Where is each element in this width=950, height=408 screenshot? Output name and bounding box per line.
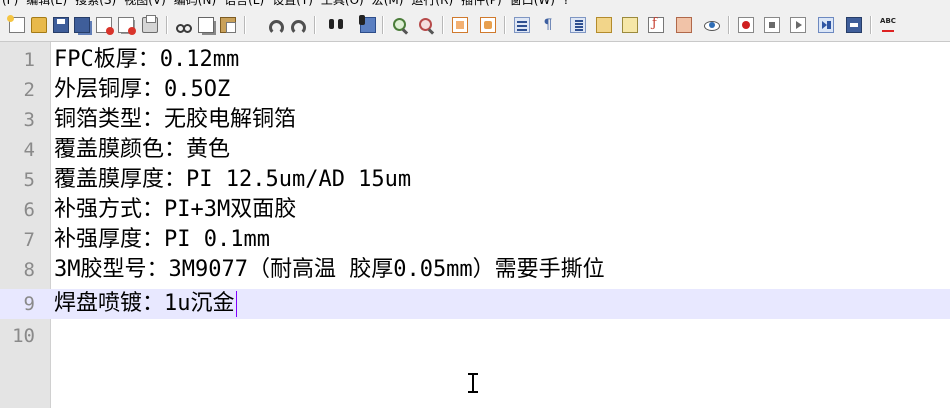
- line-text[interactable]: 焊盘喷镀：1u沉金: [54, 289, 235, 319]
- line-text[interactable]: 铜箔类型：无胶电解铜箔: [54, 105, 296, 135]
- monitoring-icon[interactable]: [704, 17, 720, 33]
- paste-icon[interactable]: [220, 17, 236, 33]
- toolbar-separator: [166, 16, 168, 34]
- line-number: 2: [23, 79, 35, 101]
- text-caret: [236, 291, 237, 317]
- menu-edit[interactable]: 编辑(E): [24, 0, 73, 8]
- close-all-icon[interactable]: [118, 17, 136, 35]
- zoom-out-icon[interactable]: [418, 17, 434, 33]
- find-icon[interactable]: [328, 17, 344, 33]
- line-number: 5: [23, 169, 35, 191]
- spell-check-icon[interactable]: ABC: [880, 17, 896, 33]
- indent-guide-icon[interactable]: [570, 17, 586, 33]
- zoom-in-icon[interactable]: [392, 17, 408, 33]
- menu-view[interactable]: 视图(V): [122, 0, 172, 8]
- menu-window[interactable]: 窗口(W): [508, 0, 561, 8]
- sync-horizontal-icon[interactable]: [480, 17, 496, 33]
- save-all-icon[interactable]: [74, 17, 90, 33]
- line-number: 4: [23, 139, 35, 161]
- toolbar-separator: [442, 16, 444, 34]
- menu-macro[interactable]: 宏(M): [370, 0, 410, 8]
- editor-line[interactable]: 7 补强厚度：PI 0.1mm: [0, 225, 950, 255]
- editor-line[interactable]: 4 覆盖膜颜色：黄色: [0, 135, 950, 165]
- editor-line[interactable]: 8 3M胶型号：3M9077（耐高温 胶厚0.05mm）需要手撕位: [0, 255, 950, 285]
- text-editor[interactable]: 1 FPC板厚：0.12mm 2 外层铜厚：0.5OZ 3 铜箔类型：无胶电解铜…: [0, 42, 950, 408]
- toolbar-separator: [314, 16, 316, 34]
- menu-encoding[interactable]: 编码(N): [172, 0, 222, 8]
- document-map-icon[interactable]: [596, 17, 612, 33]
- new-file-icon[interactable]: [7, 15, 25, 33]
- line-number: 8: [23, 259, 35, 281]
- menu-file[interactable]: (F): [0, 0, 24, 8]
- menu-settings[interactable]: 设置(T): [270, 0, 319, 8]
- word-wrap-icon[interactable]: [514, 17, 530, 33]
- folder-as-workspace-icon[interactable]: [676, 17, 692, 33]
- menu-plugins[interactable]: 插件(P): [459, 0, 508, 8]
- copy-icon[interactable]: [198, 17, 214, 33]
- line-text[interactable]: FPC板厚：0.12mm: [54, 45, 239, 75]
- editor-line[interactable]: 1 FPC板厚：0.12mm: [0, 45, 950, 75]
- replace-icon[interactable]: [359, 15, 376, 33]
- line-text[interactable]: 覆盖膜厚度：PI 12.5um/AD 15um: [54, 165, 411, 195]
- sync-vertical-icon[interactable]: [452, 17, 468, 33]
- line-text[interactable]: 补强厚度：PI 0.1mm: [54, 225, 270, 255]
- line-text[interactable]: 3M胶型号：3M9077（耐高温 胶厚0.05mm）需要手撕位: [54, 255, 605, 285]
- menu-tools[interactable]: 工具(O): [319, 0, 370, 8]
- show-all-characters-icon[interactable]: ¶: [540, 17, 556, 33]
- close-icon[interactable]: [96, 17, 114, 35]
- editor-line[interactable]: 2 外层铜厚：0.5OZ: [0, 75, 950, 105]
- menu-language[interactable]: 语言(L): [222, 0, 270, 8]
- toolbar-separator: [504, 16, 506, 34]
- function-list-icon[interactable]: [648, 16, 664, 33]
- editor-line[interactable]: 10: [0, 321, 950, 351]
- stop-recording-icon[interactable]: [764, 17, 780, 33]
- editor-line[interactable]: 3 铜箔类型：无胶电解铜箔: [0, 105, 950, 135]
- editor-line[interactable]: 6 补强方式：PI+3M双面胶: [0, 195, 950, 225]
- record-macro-icon[interactable]: [738, 17, 754, 33]
- run-macro-multiple-icon[interactable]: [818, 17, 834, 33]
- toolbar-separator: [382, 16, 384, 34]
- line-number: 1: [23, 49, 35, 71]
- line-text[interactable]: 覆盖膜颜色：黄色: [54, 135, 230, 165]
- redo-icon[interactable]: [288, 17, 306, 35]
- line-number: 6: [23, 199, 35, 221]
- toolbar-separator: [244, 16, 246, 34]
- undo-icon[interactable]: [266, 17, 284, 35]
- menu-bar: (F) 编辑(E) 搜索(S) 视图(V) 编码(N) 语言(L) 设置(T) …: [0, 0, 950, 8]
- line-number: 10: [12, 325, 35, 347]
- line-number: 3: [23, 109, 35, 131]
- menu-search[interactable]: 搜索(S): [73, 0, 122, 8]
- line-text[interactable]: 补强方式：PI+3M双面胶: [54, 195, 296, 225]
- ibeam-cursor-icon: [466, 372, 480, 394]
- line-number: 9: [23, 293, 35, 315]
- open-file-icon[interactable]: [31, 17, 47, 33]
- line-number: 7: [23, 229, 35, 251]
- document-list-icon[interactable]: [622, 17, 638, 33]
- save-macro-icon[interactable]: [846, 17, 862, 33]
- toolbar-separator: [870, 16, 872, 34]
- toolbar: ¶ ABC: [0, 8, 950, 42]
- menu-help[interactable]: ?: [561, 0, 575, 8]
- cut-icon[interactable]: [176, 17, 192, 33]
- line-text[interactable]: 外层铜厚：0.5OZ: [54, 75, 230, 105]
- toolbar-separator: [728, 16, 730, 34]
- playback-macro-icon[interactable]: [790, 17, 806, 33]
- save-icon[interactable]: [53, 17, 69, 33]
- editor-line-current[interactable]: 9 焊盘喷镀：1u沉金: [0, 289, 950, 319]
- menu-run[interactable]: 运行(R): [409, 0, 459, 8]
- editor-line[interactable]: 5 覆盖膜厚度：PI 12.5um/AD 15um: [0, 165, 950, 195]
- print-icon[interactable]: [142, 15, 158, 33]
